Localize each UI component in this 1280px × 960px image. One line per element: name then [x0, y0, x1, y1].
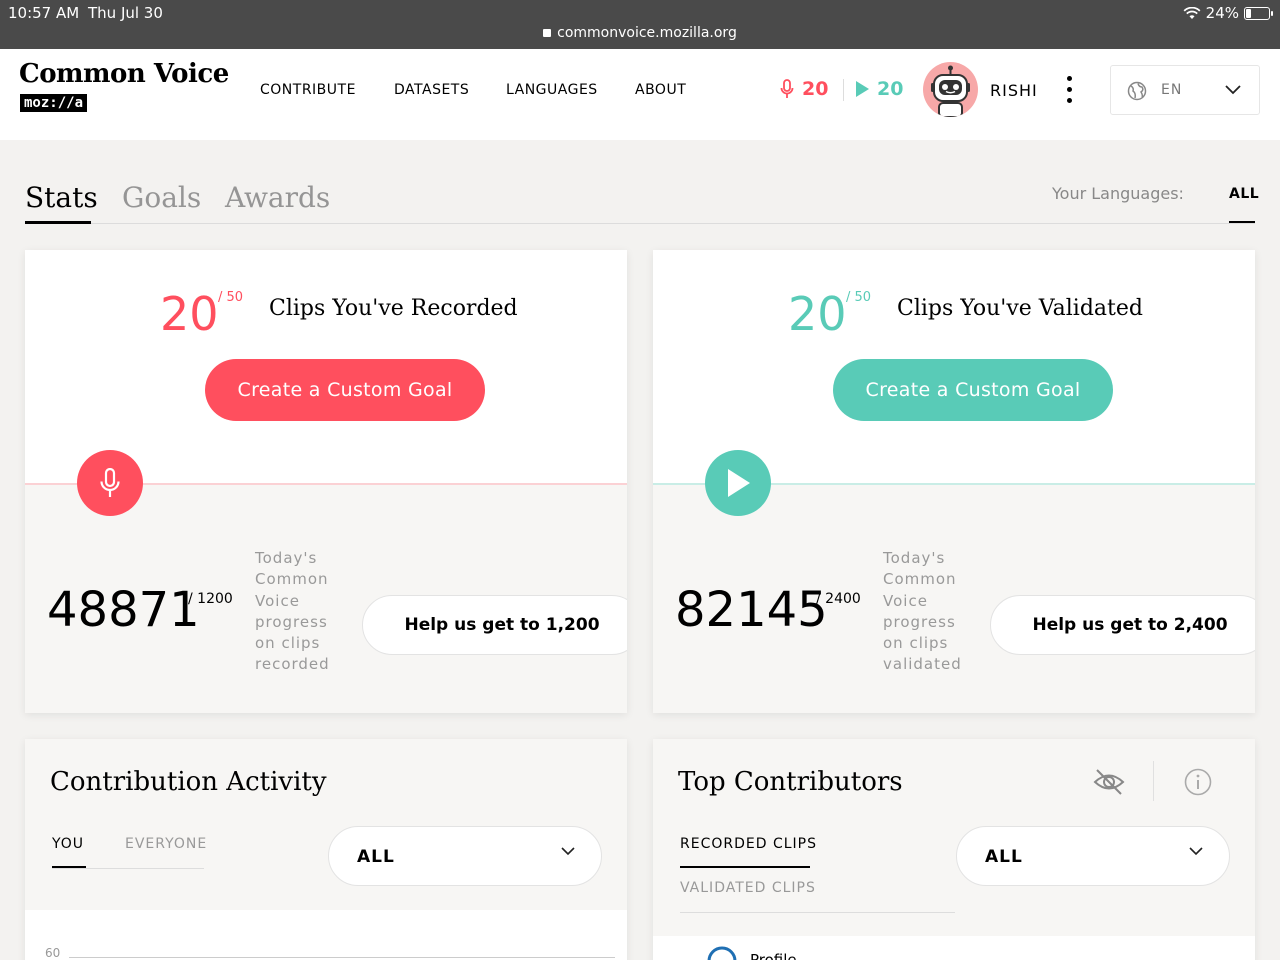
mozilla-logo[interactable]: moz://a — [20, 94, 88, 112]
tab-goals[interactable]: Goals — [122, 181, 201, 214]
globe-icon — [1127, 81, 1147, 101]
community-progress-caption: Today's Common Voice progress on clips v… — [883, 549, 962, 674]
icon-divider — [1153, 761, 1154, 801]
validate-button[interactable] — [705, 450, 771, 516]
leaderboard: Profile — [653, 936, 1255, 960]
language-select[interactable]: EN — [1110, 65, 1260, 115]
tab-stats[interactable]: Stats — [25, 181, 98, 214]
avatar[interactable] — [923, 62, 978, 117]
your-languages-label: Your Languages: — [1052, 184, 1184, 203]
section-title: Contribution Activity — [50, 767, 327, 797]
subtabs-divider — [52, 868, 204, 869]
community-progress-total: / 2400 — [816, 591, 861, 607]
record-button[interactable] — [77, 450, 143, 516]
goal-total: / 50 — [846, 290, 872, 305]
battery-icon — [1244, 6, 1273, 20]
recorded-count: 20 — [802, 78, 829, 100]
more-menu-icon[interactable] — [1067, 76, 1073, 104]
gridline — [69, 957, 615, 958]
chevron-down-icon — [561, 847, 575, 856]
recorded-goal-card: 20 / 50 Clips You've Recorded Create a C… — [25, 250, 627, 713]
lock-icon — [543, 29, 552, 37]
goal-total: / 50 — [218, 290, 244, 305]
chevron-down-icon — [1225, 85, 1241, 95]
nav-about[interactable]: ABOUT — [635, 82, 686, 98]
url-text: commonvoice.mozilla.org — [557, 25, 737, 41]
status-bar: 10:57 AM Thu Jul 30 commonvoice.mozilla.… — [0, 0, 1280, 49]
tab-you[interactable]: YOU — [52, 836, 84, 852]
username[interactable]: RISHI — [990, 81, 1038, 100]
create-goal-button[interactable]: Create a Custom Goal — [833, 359, 1113, 421]
goal-value: 20 — [788, 287, 847, 341]
validated-count: 20 — [877, 78, 904, 100]
battery-percent: 24% — [1205, 4, 1239, 22]
chevron-down-icon — [1189, 847, 1203, 856]
subtabs-divider — [680, 912, 955, 913]
active-tab-indicator — [25, 221, 91, 224]
community-progress-total: / 1200 — [188, 591, 233, 607]
active-subtab-indicator — [680, 866, 810, 868]
nav-contribute[interactable]: CONTRIBUTE — [260, 82, 356, 98]
play-icon — [856, 81, 869, 97]
community-progress-value: 48871 — [47, 582, 200, 638]
status-time: 10:57 AM — [8, 4, 80, 22]
goal-value: 20 — [160, 287, 219, 341]
info-icon[interactable] — [1184, 768, 1212, 796]
help-goal-button[interactable]: Help us get to 1,200 — [362, 595, 627, 655]
validated-count-badge[interactable]: 20 — [856, 78, 903, 100]
select-value: ALL — [357, 847, 395, 867]
select-value: ALL — [985, 847, 1023, 867]
community-progress-caption: Today's Common Voice progress on clips r… — [255, 549, 330, 674]
activity-chart: 60 — [25, 910, 627, 960]
language-filter-all[interactable]: ALL — [1229, 186, 1259, 202]
language-code: EN — [1161, 82, 1183, 98]
tab-everyone[interactable]: EVERYONE — [125, 836, 207, 852]
contributors-filter-select[interactable]: ALL — [956, 826, 1230, 886]
top-contributors-card: Top Contributors RECORDED CLIPS VALIDATE… — [653, 739, 1255, 960]
status-date: Thu Jul 30 — [88, 4, 163, 22]
tabs-divider — [25, 223, 1255, 224]
activity-filter-select[interactable]: ALL — [328, 826, 602, 886]
avatar-icon — [707, 946, 737, 960]
goal-title: Clips You've Validated — [897, 296, 1143, 321]
site-header: Common Voice moz://a CONTRIBUTE DATASETS… — [0, 49, 1280, 140]
eye-off-icon[interactable] — [1093, 767, 1125, 797]
tab-validated-clips[interactable]: VALIDATED CLIPS — [680, 880, 816, 896]
nav-languages[interactable]: LANGUAGES — [506, 82, 598, 98]
wifi-icon — [1183, 6, 1201, 19]
contribution-activity-card: Contribution Activity YOU EVERYONE ALL 6… — [25, 739, 627, 960]
help-goal-button[interactable]: Help us get to 2,400 — [990, 595, 1255, 655]
create-goal-button[interactable]: Create a Custom Goal — [205, 359, 485, 421]
recorded-count-badge[interactable]: 20 — [780, 78, 828, 100]
logo-title[interactable]: Common Voice — [19, 59, 229, 89]
leaderboard-first-label: Profile — [750, 951, 797, 960]
microphone-icon — [100, 468, 120, 497]
tab-recorded-clips[interactable]: RECORDED CLIPS — [680, 836, 817, 852]
battery-fill — [1246, 8, 1251, 18]
language-filter-indicator — [1229, 221, 1255, 223]
section-title: Top Contributors — [678, 767, 903, 797]
microphone-icon — [780, 79, 794, 98]
battery-status: 24% — [1183, 4, 1273, 22]
play-icon — [728, 469, 750, 497]
validated-goal-card: 20 / 50 Clips You've Validated Create a … — [653, 250, 1255, 713]
address-bar[interactable]: commonvoice.mozilla.org — [0, 25, 1280, 41]
robot-avatar-icon — [931, 65, 970, 117]
nav-datasets[interactable]: DATASETS — [394, 82, 469, 98]
goal-title: Clips You've Recorded — [269, 296, 518, 321]
y-axis-max: 60 — [45, 946, 61, 960]
header-divider — [843, 79, 844, 101]
tab-awards[interactable]: Awards — [225, 181, 330, 214]
community-progress-value: 82145 — [675, 582, 828, 638]
